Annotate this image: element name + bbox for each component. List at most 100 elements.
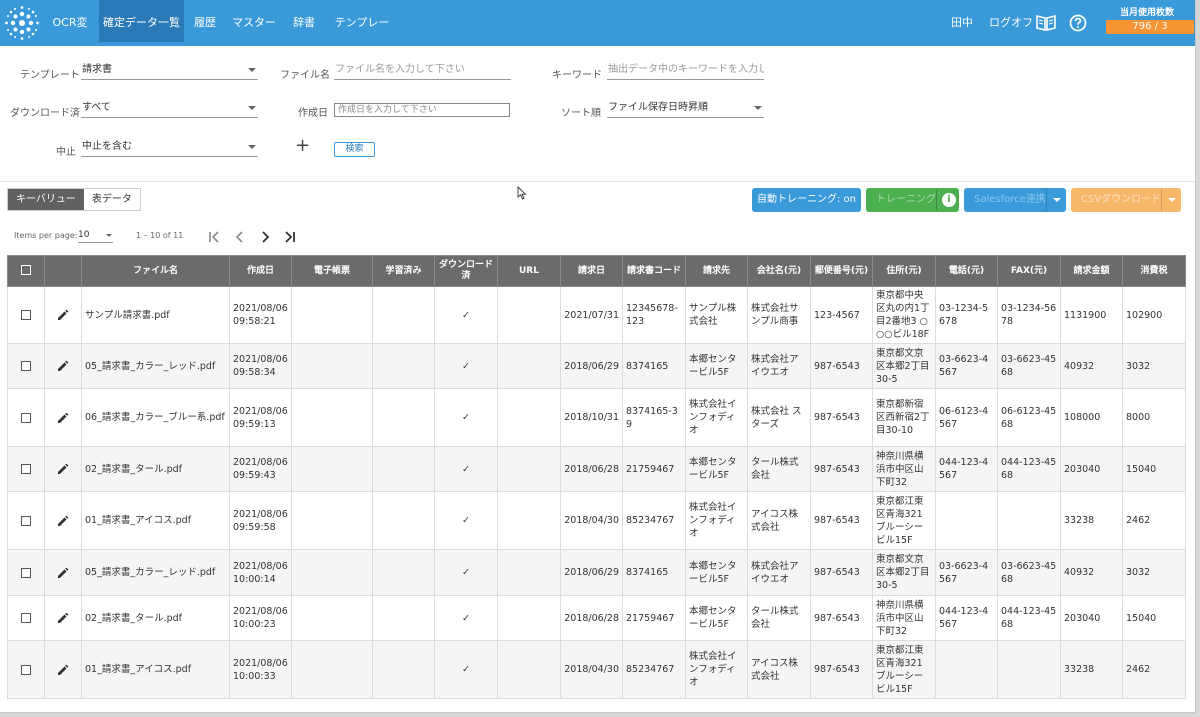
- help-circle-icon[interactable]: [1069, 14, 1087, 32]
- search-button[interactable]: 検索: [334, 142, 375, 157]
- row-checkbox[interactable]: [21, 664, 31, 675]
- next-page-icon[interactable]: [260, 230, 270, 244]
- header-e-ledger[interactable]: 電子帳票: [291, 255, 373, 287]
- pencil-icon[interactable]: [57, 412, 69, 424]
- pencil-icon[interactable]: [57, 360, 69, 372]
- cell-downloaded: ✓: [434, 446, 498, 492]
- tab-template[interactable]: テンプレート: [330, 0, 394, 75]
- row-checkbox[interactable]: [21, 361, 31, 371]
- tab-history[interactable]: 履歴: [190, 0, 220, 42]
- pencil-icon[interactable]: [57, 664, 69, 676]
- cancel-select[interactable]: 中止を含む: [81, 139, 258, 157]
- pencil-icon[interactable]: [57, 309, 69, 321]
- row-checkbox[interactable]: [21, 464, 31, 474]
- header-invoice-code[interactable]: 請求書コード: [622, 255, 686, 287]
- csv-download-button[interactable]: CSVダウンロード: [1071, 188, 1181, 212]
- cell-select: [7, 549, 45, 596]
- cell-fax: [997, 491, 1061, 550]
- cell-postal: 987-6543: [810, 446, 873, 492]
- header-bill-to[interactable]: 請求先: [685, 255, 748, 287]
- header-url[interactable]: URL: [497, 255, 561, 287]
- tab-master[interactable]: マスター: [230, 0, 278, 42]
- table-row[interactable]: 05_請求書_カラー_レッド.pdf 2021/08/06 10:00:14 ✓ 20…: [7, 549, 1186, 596]
- cell-fax: 06-6123-4568: [997, 388, 1061, 447]
- table-row[interactable]: 02_請求書_タール.pdf 2021/08/06 09:59:43 ✓ 2018/0…: [7, 446, 1186, 492]
- cell-phone: 03-6623-4567: [935, 549, 998, 596]
- info-icon[interactable]: i: [942, 193, 956, 207]
- keyword-input[interactable]: 抽出データ中のキーワードを入力し…: [607, 62, 764, 80]
- salesforce-button[interactable]: Salesforce連携: [964, 188, 1066, 212]
- created-date-input[interactable]: 作成日を入力して下さい: [334, 103, 510, 117]
- row-checkbox[interactable]: [21, 613, 31, 623]
- cell-learned: [372, 343, 435, 389]
- cell-e-ledger: [291, 388, 373, 447]
- row-checkbox[interactable]: [21, 310, 31, 320]
- cell-downloaded: ✓: [434, 491, 498, 550]
- pencil-icon[interactable]: [57, 463, 69, 475]
- header-invoice-date[interactable]: 請求日: [560, 255, 623, 287]
- tab-confirmed-data[interactable]: 確定データ一覧: [99, 0, 184, 42]
- table-row[interactable]: 01_請求書_アイコス.pdf 2021/08/06 10:00:33 ✓ 2018/…: [7, 640, 1186, 699]
- downloaded-select[interactable]: すべて: [81, 100, 258, 118]
- header-edit: [44, 255, 82, 287]
- prev-page-icon[interactable]: [235, 230, 245, 244]
- cell-company: 株式会社 スターズ: [747, 388, 811, 447]
- header-postal[interactable]: 郵便番号(元): [810, 255, 873, 287]
- header-learned[interactable]: 学習済み: [372, 255, 435, 287]
- tab-ocr[interactable]: OCR変換: [48, 0, 92, 75]
- csv-dropdown-toggle[interactable]: [1161, 188, 1181, 212]
- logout-link[interactable]: ログオフ: [989, 0, 1033, 46]
- tab-dictionary[interactable]: 辞書: [288, 0, 320, 42]
- table-row[interactable]: 05_請求書_カラー_レッド.pdf 2021/08/06 09:58:34 ✓ 20…: [7, 343, 1186, 389]
- view-keyvalue-button[interactable]: キーバリュー: [8, 189, 84, 210]
- cell-amount: 33238: [1060, 640, 1123, 699]
- cell-company: タール株式会社: [747, 446, 811, 492]
- row-checkbox[interactable]: [21, 515, 31, 526]
- cell-url: [497, 595, 561, 641]
- cell-phone: [935, 640, 998, 699]
- header-amount[interactable]: 請求金額: [1060, 255, 1123, 287]
- book-icon[interactable]: [1036, 14, 1056, 31]
- header-company[interactable]: 会社名(元): [747, 255, 811, 287]
- pencil-icon[interactable]: [57, 567, 69, 579]
- header-tax[interactable]: 消費税: [1122, 255, 1186, 287]
- table-row[interactable]: 02_請求書_タール.pdf 2021/08/06 10:00:23 ✓ 2018/0…: [7, 595, 1186, 641]
- chevron-down-icon: [248, 68, 256, 72]
- select-all-checkbox[interactable]: [21, 265, 31, 276]
- table-row[interactable]: サンプル請求書.pdf 2021/08/06 09:58:21 ✓ 2021/07/3…: [7, 286, 1186, 344]
- header-downloaded[interactable]: ダウンロード済: [434, 255, 498, 287]
- downloaded-select-value: すべて: [82, 102, 111, 113]
- last-page-icon[interactable]: [284, 230, 296, 244]
- cell-bill-to: サンプル株式会社: [685, 286, 748, 344]
- cell-invoice-code: 85234767: [622, 491, 686, 550]
- user-name[interactable]: 田中: [951, 0, 973, 46]
- downloaded-label: ダウンロード済: [10, 108, 80, 119]
- view-table-button[interactable]: 表データ: [83, 189, 140, 210]
- salesforce-dropdown-toggle[interactable]: [1046, 188, 1066, 212]
- header-phone[interactable]: 電話(元): [935, 255, 998, 287]
- template-select[interactable]: 請求書: [81, 62, 258, 80]
- pencil-icon[interactable]: [57, 612, 69, 624]
- pencil-icon[interactable]: [57, 515, 69, 527]
- row-checkbox[interactable]: [21, 567, 31, 578]
- table-row[interactable]: 06_請求書_カラー_ブルー系.pdf 2021/08/06 09:59:13 ✓ 2…: [7, 388, 1186, 447]
- header-address[interactable]: 住所(元): [872, 255, 936, 287]
- items-per-page-select[interactable]: 10: [78, 229, 113, 243]
- training-button[interactable]: トレーニング i: [866, 188, 959, 212]
- header-created[interactable]: 作成日: [229, 255, 292, 287]
- filename-input[interactable]: ファイル名を入力して下さい: [334, 62, 511, 80]
- chevron-down-icon: [754, 106, 762, 110]
- row-checkbox[interactable]: [21, 412, 31, 423]
- cell-tax: 3032: [1122, 549, 1186, 596]
- table-row[interactable]: 01_請求書_アイコス.pdf 2021/08/06 09:59:58 ✓ 2018/…: [7, 491, 1186, 550]
- header-fax[interactable]: FAX(元): [997, 255, 1061, 287]
- header-filename[interactable]: ファイル名: [81, 255, 230, 287]
- salesforce-button-label: Salesforce連携: [974, 194, 1046, 205]
- cell-invoice-date: 2021/07/31: [560, 286, 623, 344]
- cell-bill-to: 本郷センタービル5F: [685, 446, 748, 492]
- cell-learned: [372, 640, 435, 699]
- auto-training-button[interactable]: 自動トレーニング: on: [752, 188, 861, 212]
- add-condition-button[interactable]: +: [295, 135, 310, 156]
- sort-select[interactable]: ファイル保存日時昇順: [607, 100, 764, 118]
- first-page-icon[interactable]: [208, 230, 220, 244]
